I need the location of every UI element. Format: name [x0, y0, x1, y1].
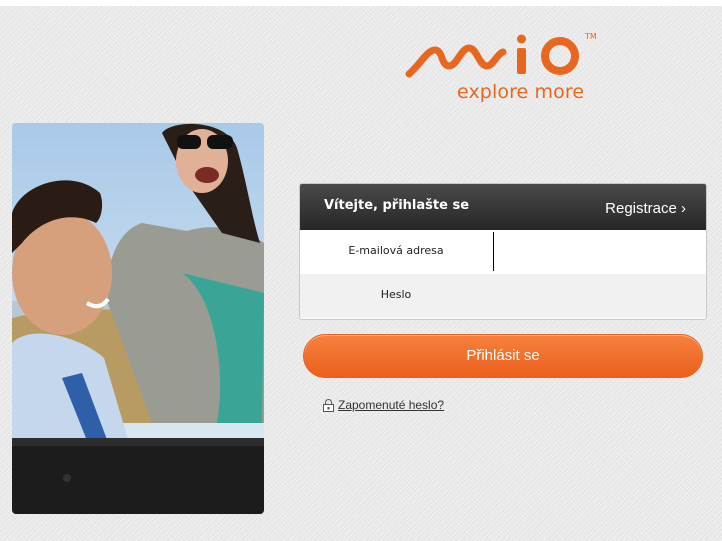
login-button[interactable]: Přihlásit se	[303, 334, 703, 378]
email-label: E-mailová adresa	[348, 244, 444, 257]
hero-photo	[12, 123, 264, 514]
mio-logo: TM explore more	[405, 30, 605, 105]
email-row: E-mailová adresa	[300, 230, 706, 274]
top-strip	[0, 0, 722, 6]
login-title: Vítejte, přihlašte se	[324, 198, 470, 213]
login-header: Vítejte, přihlašte se Registrace ›	[300, 184, 706, 230]
password-label: Heslo	[380, 288, 412, 301]
login-panel: Vítejte, přihlašte se Registrace › E-mai…	[299, 183, 707, 320]
password-row: Heslo	[300, 274, 706, 318]
brand-tagline: explore more	[457, 81, 585, 103]
lock-icon	[323, 398, 334, 412]
register-link[interactable]: Registrace ›	[605, 200, 686, 217]
email-field[interactable]	[493, 230, 706, 274]
forgot-password-label: Zapomenuté heslo?	[338, 398, 445, 412]
mio-wordmark	[405, 34, 579, 78]
trademark-mark: TM	[585, 32, 597, 41]
forgot-password-link[interactable]: Zapomenuté heslo?	[323, 398, 444, 412]
password-field[interactable]	[493, 274, 706, 318]
